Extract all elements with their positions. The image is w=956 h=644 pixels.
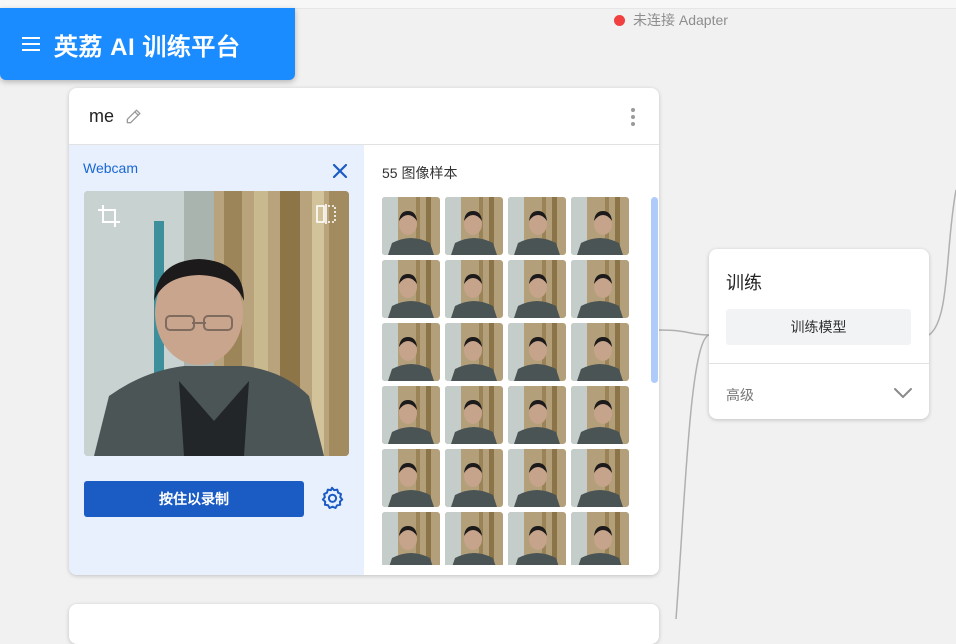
sample-thumbnail[interactable] [508, 197, 566, 255]
hold-to-record-button[interactable]: 按住以录制 [84, 481, 304, 517]
close-icon[interactable] [331, 162, 349, 180]
divider [709, 363, 929, 364]
advanced-toggle[interactable]: 高级 [726, 385, 754, 405]
sample-thumbnail[interactable] [382, 197, 440, 255]
status-dot-icon [614, 14, 625, 26]
sample-thumbnail[interactable] [445, 197, 503, 255]
sample-thumbnail[interactable] [382, 260, 440, 318]
more-vertical-icon[interactable] [631, 108, 635, 126]
status-text: 未连接 Adapter [633, 12, 728, 28]
sample-thumbnail[interactable] [508, 260, 566, 318]
sample-thumbnail[interactable] [508, 512, 566, 565]
sample-list [382, 197, 642, 565]
sample-thumbnail[interactable] [571, 323, 629, 381]
app-title: 英荔 AI 训练平台 [54, 33, 241, 61]
sample-thumbnail[interactable] [382, 323, 440, 381]
train-title: 训练 [726, 273, 762, 293]
adapter-status: 未连接 Adapter [614, 10, 728, 30]
webcam-preview [84, 191, 349, 456]
sample-thumbnail[interactable] [571, 386, 629, 444]
samples-panel: 55 图像样本 [364, 145, 659, 575]
webcam-label: Webcam [83, 160, 138, 176]
sample-thumbnail[interactable] [445, 260, 503, 318]
sample-thumbnail[interactable] [508, 386, 566, 444]
sample-thumbnail[interactable] [445, 386, 503, 444]
class-card-header: me [69, 88, 659, 145]
next-class-card [69, 604, 659, 644]
sample-thumbnail[interactable] [445, 449, 503, 507]
chevron-down-icon[interactable] [892, 382, 914, 404]
class-card: me Webcam 按住以录制 55 图像样本 [69, 88, 659, 575]
gear-icon[interactable] [320, 486, 344, 510]
sample-thumbnail[interactable] [445, 323, 503, 381]
sample-thumbnail[interactable] [508, 449, 566, 507]
train-card: 训练 训练模型 高级 [709, 249, 929, 419]
train-model-button[interactable]: 训练模型 [726, 309, 911, 345]
webcam-video [84, 191, 349, 456]
sample-thumbnail[interactable] [571, 260, 629, 318]
flip-icon[interactable] [315, 203, 337, 225]
sample-thumbnail[interactable] [382, 386, 440, 444]
class-name[interactable]: me [89, 106, 114, 127]
sample-thumbnail[interactable] [571, 512, 629, 565]
sample-thumbnail[interactable] [571, 197, 629, 255]
sample-count: 55 图像样本 [382, 165, 458, 181]
menu-icon[interactable] [22, 37, 40, 51]
crop-icon[interactable] [96, 203, 122, 229]
sample-thumbnail[interactable] [382, 512, 440, 565]
sample-scrollbar[interactable] [651, 197, 658, 383]
sample-grid [382, 197, 642, 565]
app-header: 英荔 AI 训练平台 [0, 8, 295, 80]
pencil-icon[interactable] [124, 106, 144, 126]
webcam-panel: Webcam 按住以录制 [69, 145, 364, 575]
sample-thumbnail[interactable] [382, 449, 440, 507]
sample-thumbnail[interactable] [445, 512, 503, 565]
sample-thumbnail[interactable] [571, 449, 629, 507]
sample-thumbnail[interactable] [508, 323, 566, 381]
